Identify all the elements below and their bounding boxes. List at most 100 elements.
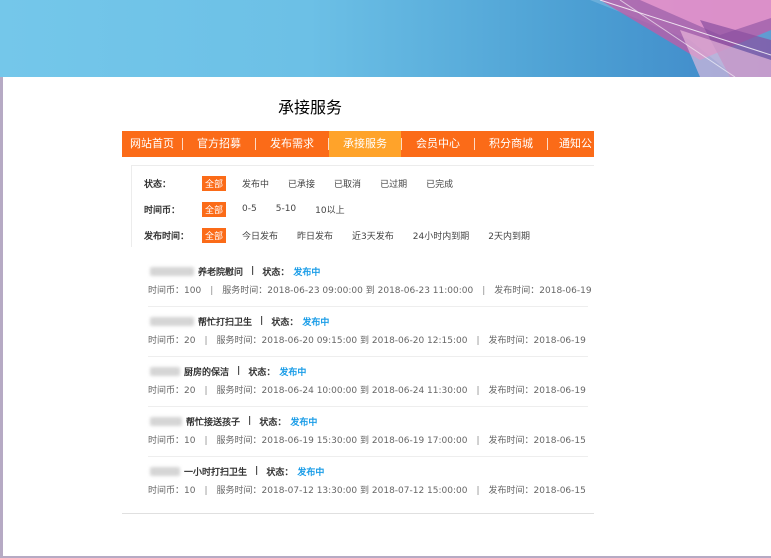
publish-time-filter: 发布时间： 全部 今日发布 昨日发布 近3天发布 24小时内到期 2天内到期 [144, 227, 546, 243]
coin-filter-label: 时间币： [144, 205, 181, 216]
coin-option-0-5[interactable]: 0-5 [239, 203, 260, 215]
item-status-value: 发布中 [293, 267, 321, 278]
publish-time-filter-label: 发布时间： [144, 231, 190, 242]
nav-publish-demand[interactable]: 发布需求 [256, 131, 328, 157]
to-word: 到 [365, 286, 375, 296]
item-title[interactable]: 帮忙打扫卫生 [198, 315, 252, 328]
item-status-label: 状态： [248, 367, 276, 378]
list-item[interactable]: 帮忙接送孩子 | 状态： 发布中 时间币：10 | 服务时间：2018-06-19 … [148, 414, 588, 447]
item-title[interactable]: 厨房的保洁 [184, 365, 229, 378]
status-filter: 状态： 全部 发布中 已承接 已取消 已过期 已完成 [144, 175, 469, 191]
title-separator: | [251, 266, 255, 276]
to-word: 到 [360, 486, 370, 496]
item-meta: 时间币：100 | 服务时间：2018-06-23 09:00:00 到 2018-… [148, 283, 592, 297]
meta-separator: | [204, 486, 208, 496]
slide-title: 承接服务 [278, 98, 343, 117]
service-start: 2018-06-20 09:15:00 [261, 336, 358, 346]
item-meta: 时间币：20 | 服务时间：2018-06-24 10:00:00 到 2018-0… [148, 383, 588, 397]
requester-name-blurred [150, 366, 180, 376]
nav-notice[interactable]: 通知公 [548, 131, 592, 157]
meta-separator: | [482, 286, 486, 296]
item-status-label: 状态： [262, 267, 290, 278]
item-meta: 时间币：20 | 服务时间：2018-06-20 09:15:00 到 2018-0… [148, 333, 588, 347]
to-word: 到 [360, 436, 370, 446]
meta-separator: | [210, 286, 214, 296]
coin-option-10-plus[interactable]: 10以上 [312, 202, 347, 217]
requester-name-blurred [150, 316, 194, 326]
time-option-3days[interactable]: 近3天发布 [349, 228, 397, 243]
to-word: 到 [360, 386, 370, 396]
filter-box: 状态： 全部 发布中 已承接 已取消 已过期 已完成 时间币： 全部 0-5 5… [131, 165, 594, 247]
item-header: 厨房的保洁 | 状态： 发布中 [148, 364, 588, 378]
status-option-publishing[interactable]: 发布中 [239, 176, 272, 191]
service-time-label: 服务时间： [216, 336, 262, 346]
item-header: 养老院慰问 | 状态： 发布中 [148, 264, 588, 278]
slide-left-border [0, 77, 3, 558]
item-meta: 时间币：10 | 服务时间：2018-06-19 15:30:00 到 2018-0… [148, 433, 588, 447]
status-filter-label: 状态： [144, 179, 172, 190]
time-option-today[interactable]: 今日发布 [239, 228, 281, 243]
item-divider [148, 356, 588, 357]
coin-option-5-10[interactable]: 5-10 [273, 203, 299, 215]
list-item[interactable]: 一小时打扫卫生 | 状态： 发布中 时间币：10 | 服务时间：2018-07-12… [148, 464, 588, 497]
list-item[interactable]: 养老院慰问 | 状态： 发布中 时间币：100 | 服务时间：2018-06-23 … [148, 264, 592, 297]
publish-date: 2018-06-19 [539, 286, 592, 296]
coin-label: 时间币： [148, 336, 185, 346]
time-option-all[interactable]: 全部 [202, 227, 227, 243]
item-header: 帮忙打扫卫生 | 状态： 发布中 [148, 314, 588, 328]
status-option-cancelled[interactable]: 已取消 [331, 176, 364, 191]
status-option-accepted[interactable]: 已承接 [285, 176, 318, 191]
service-time-label: 服务时间： [216, 386, 262, 396]
status-option-all[interactable]: 全部 [202, 175, 227, 191]
item-title[interactable]: 一小时打扫卫生 [184, 465, 247, 478]
coin-label: 时间币： [148, 486, 185, 496]
service-end: 2018-07-12 15:00:00 [371, 486, 468, 496]
publish-time-label: 发布时间： [494, 286, 540, 296]
service-time-label: 服务时间： [222, 286, 268, 296]
service-end: 2018-06-23 11:00:00 [377, 286, 474, 296]
coin-value: 10 [184, 436, 196, 446]
title-separator: | [248, 416, 252, 426]
meta-separator: | [476, 336, 480, 346]
service-end: 2018-06-19 17:00:00 [371, 436, 468, 446]
item-divider [148, 406, 588, 407]
service-end: 2018-06-20 12:15:00 [371, 336, 468, 346]
status-option-expired[interactable]: 已过期 [377, 176, 410, 191]
list-item[interactable]: 帮忙打扫卫生 | 状态： 发布中 时间币：20 | 服务时间：2018-06-20 … [148, 314, 588, 347]
publish-time-label: 发布时间： [488, 336, 534, 346]
meta-separator: | [476, 486, 480, 496]
publish-date: 2018-06-15 [533, 486, 586, 496]
publish-date: 2018-06-15 [533, 436, 586, 446]
nav-points-mall[interactable]: 积分商城 [475, 131, 547, 157]
meta-separator: | [204, 336, 208, 346]
list-item[interactable]: 厨房的保洁 | 状态： 发布中 时间币：20 | 服务时间：2018-06-24 1… [148, 364, 588, 397]
item-divider [148, 306, 588, 307]
item-title[interactable]: 养老院慰问 [198, 265, 243, 278]
nav-undertake-service[interactable]: 承接服务 [329, 131, 401, 157]
time-option-24h-expiry[interactable]: 24小时内到期 [410, 228, 472, 243]
item-header: 帮忙接送孩子 | 状态： 发布中 [148, 414, 588, 428]
publish-date: 2018-06-19 [533, 386, 586, 396]
coin-label: 时间币： [148, 286, 185, 296]
meta-separator: | [476, 386, 480, 396]
item-status-value: 发布中 [297, 467, 325, 478]
coin-filter: 时间币： 全部 0-5 5-10 10以上 [144, 201, 361, 217]
item-status-value: 发布中 [279, 367, 307, 378]
coin-option-all[interactable]: 全部 [202, 201, 227, 217]
service-start: 2018-07-12 13:30:00 [261, 486, 358, 496]
title-separator: | [255, 466, 259, 476]
header-banner [0, 0, 771, 77]
time-option-2day-expiry[interactable]: 2天内到期 [485, 228, 533, 243]
nav-recruit[interactable]: 官方招募 [183, 131, 255, 157]
item-title[interactable]: 帮忙接送孩子 [186, 415, 240, 428]
coin-label: 时间币： [148, 386, 185, 396]
nav-member-center[interactable]: 会员中心 [402, 131, 474, 157]
item-status-value: 发布中 [290, 417, 318, 428]
service-start: 2018-06-23 09:00:00 [267, 286, 363, 296]
status-option-completed[interactable]: 已完成 [423, 176, 456, 191]
publish-time-label: 发布时间： [488, 486, 534, 496]
service-time-label: 服务时间： [216, 436, 262, 446]
nav-home[interactable]: 网站首页 [122, 131, 182, 157]
service-start: 2018-06-19 15:30:00 [261, 436, 358, 446]
time-option-yesterday[interactable]: 昨日发布 [294, 228, 336, 243]
